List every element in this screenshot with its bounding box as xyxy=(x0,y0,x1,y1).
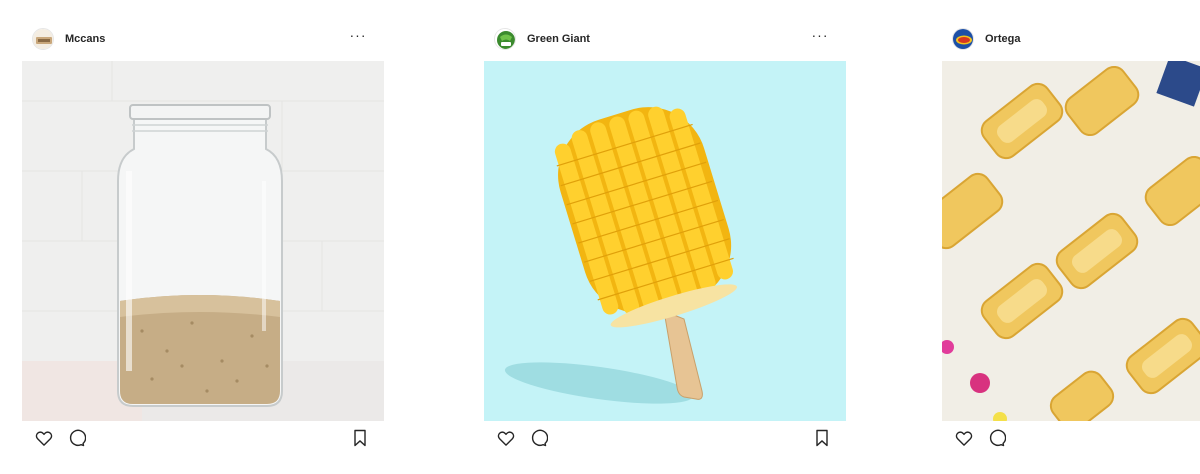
heart-icon[interactable] xyxy=(496,428,516,448)
username[interactable]: Ortega xyxy=(985,33,1020,45)
post-header: Mccans ··· xyxy=(32,25,384,55)
ortega-logo-icon xyxy=(953,29,973,49)
mccans-logo-icon xyxy=(33,29,53,49)
heart-icon[interactable] xyxy=(34,428,54,448)
comment-bubble-icon[interactable] xyxy=(528,428,548,448)
instagram-feed: Mccans ··· Green Giant ··· Ortega xyxy=(0,0,1200,474)
ortega-avatar[interactable] xyxy=(952,28,974,50)
post-actions xyxy=(954,428,1188,450)
more-options-button[interactable]: ··· xyxy=(348,28,368,48)
post-image-taco-shells[interactable] xyxy=(942,61,1200,421)
post-header: Ortega xyxy=(952,25,1200,55)
username[interactable]: Green Giant xyxy=(527,33,590,45)
post-actions xyxy=(34,428,372,450)
post-header: Green Giant ··· xyxy=(494,25,846,55)
post-card-green-giant: Green Giant ··· xyxy=(484,0,846,474)
green-giant-logo-icon xyxy=(495,29,515,49)
comment-bubble-icon[interactable] xyxy=(66,428,86,448)
post-card-ortega: Ortega xyxy=(942,0,1200,474)
bookmark-icon[interactable] xyxy=(350,428,370,448)
post-image-corn[interactable] xyxy=(484,61,846,421)
username[interactable]: Mccans xyxy=(65,33,105,45)
green-giant-avatar[interactable] xyxy=(494,28,516,50)
comment-bubble-icon[interactable] xyxy=(986,428,1006,448)
more-options-button[interactable]: ··· xyxy=(810,28,830,48)
bookmark-icon[interactable] xyxy=(812,428,832,448)
post-image-jar[interactable] xyxy=(22,61,384,421)
mccans-avatar[interactable] xyxy=(32,28,54,50)
post-actions xyxy=(496,428,834,450)
post-card-mccans: Mccans ··· xyxy=(22,0,384,474)
heart-icon[interactable] xyxy=(954,428,974,448)
